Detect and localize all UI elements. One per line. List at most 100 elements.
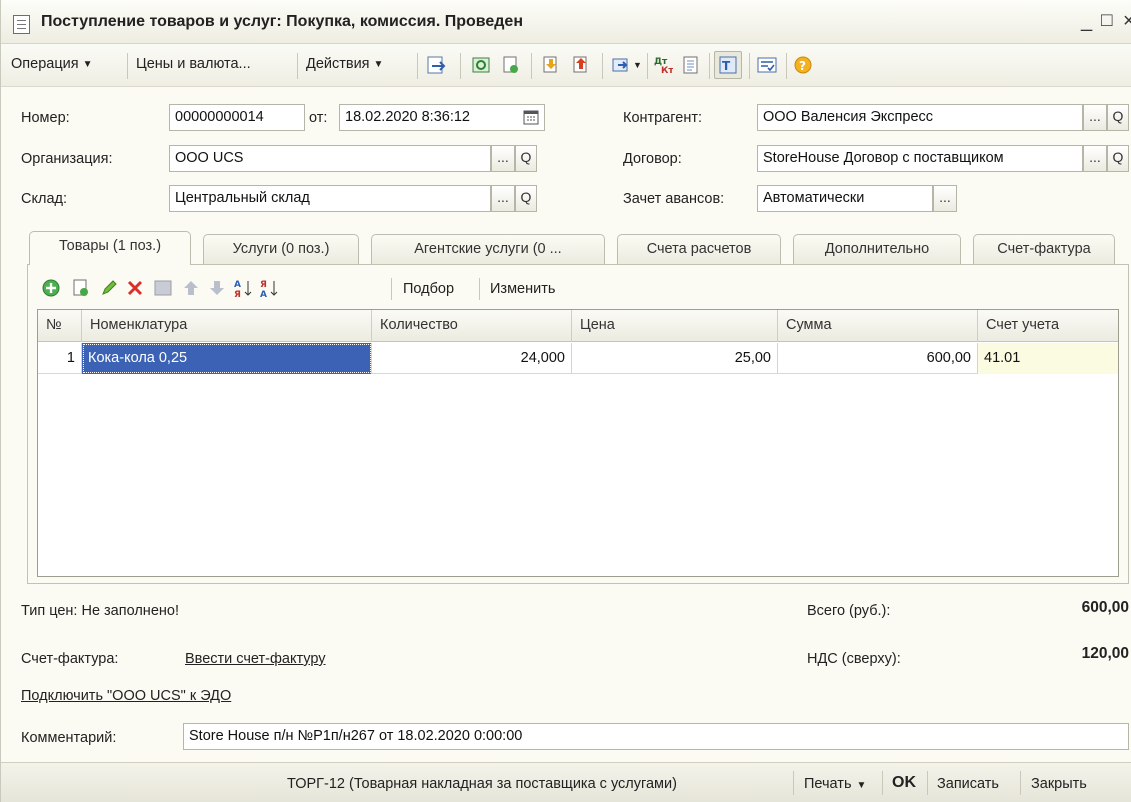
date-label: от: — [309, 110, 328, 126]
command-bar: Операция▼ Цены и валюта... Действия▼ ▼ — [1, 44, 1131, 87]
number-field[interactable]: 00000000014 — [169, 104, 305, 131]
window-title: Поступление товаров и услуг: Покупка, ко… — [41, 13, 523, 30]
copy-row-icon[interactable] — [71, 278, 91, 298]
operation-menu[interactable]: Операция ▼ — [11, 56, 93, 72]
delete-row-icon[interactable] — [125, 278, 145, 298]
svg-text:?: ? — [799, 59, 806, 73]
warehouse-select-button[interactable]: ... — [491, 185, 515, 212]
sort-descending-icon[interactable]: ЯА — [259, 278, 279, 300]
advance-offset-label: Зачет авансов: — [623, 191, 725, 207]
column-header-sum[interactable]: Сумма — [778, 310, 978, 342]
total-value: 600,00 — [1081, 599, 1129, 616]
warehouse-label: Склад: — [21, 191, 67, 207]
row-price[interactable]: 25,00 — [572, 343, 778, 374]
end-edit-icon — [153, 278, 173, 298]
minimize-button[interactable]: _ — [1081, 9, 1092, 33]
title-bar: Поступление товаров и услуг: Покупка, ко… — [1, 0, 1131, 44]
tab-agent-services[interactable]: Агентские услуги (0 ... — [371, 234, 605, 264]
close-form-button[interactable]: Закрыть — [1031, 776, 1131, 792]
column-header-number[interactable]: № — [38, 310, 82, 342]
row-quantity[interactable]: 24,000 — [372, 343, 572, 374]
number-label: Номер: — [21, 110, 70, 126]
invoice-label: Счет-фактура: — [21, 651, 119, 667]
warehouse-field[interactable]: Центральный склад — [169, 185, 491, 212]
prices-currency-button[interactable]: Цены и валюта... — [136, 56, 251, 72]
document-icon — [13, 15, 30, 34]
goto-dropdown-arrow-icon[interactable]: ▼ — [633, 60, 642, 70]
move-up-icon — [181, 278, 201, 298]
journal-icon[interactable] — [681, 55, 701, 75]
row-item[interactable]: Кока-кола 0,25 — [82, 343, 372, 374]
connect-edo-link[interactable]: Подключить "ООО UCS" к ЭДО — [21, 688, 231, 704]
column-header-item[interactable]: Номенклатура — [82, 310, 372, 342]
date-field[interactable]: 18.02.2020 8:36:12 — [339, 104, 545, 131]
advance-offset-field[interactable]: Автоматически — [757, 185, 933, 212]
actions-menu[interactable]: Действия ▼ — [306, 56, 383, 72]
import-icon[interactable] — [541, 55, 561, 75]
calendar-icon[interactable] — [523, 109, 539, 125]
tab-settlement-accounts[interactable]: Счета расчетов — [617, 234, 781, 264]
column-header-quantity[interactable]: Количество — [372, 310, 572, 342]
structure-icon[interactable] — [471, 55, 491, 75]
svg-text:T: T — [722, 59, 731, 73]
help-icon[interactable]: ? — [793, 55, 813, 75]
dt-kt-icon[interactable]: Дт Кт — [653, 55, 674, 76]
price-type-label: Тип цен: Не заполнено! — [21, 603, 179, 619]
save-button[interactable]: Записать — [937, 776, 999, 792]
edit-row-icon[interactable] — [99, 278, 119, 298]
selection-button[interactable]: Подбор — [403, 281, 454, 297]
svg-text:Кт: Кт — [661, 66, 673, 75]
counterparty-label: Контрагент: — [623, 110, 702, 126]
counterparty-field[interactable]: ООО Валенсия Экспресс — [757, 104, 1083, 131]
total-label: Всего (руб.): — [807, 603, 891, 619]
svg-text:А: А — [260, 290, 267, 298]
row-number: 1 — [38, 343, 82, 374]
organization-label: Организация: — [21, 151, 113, 167]
goods-table[interactable]: № Номенклатура Количество Цена Сумма Сче… — [37, 309, 1119, 577]
sort-ascending-icon[interactable]: АЯ — [233, 278, 253, 300]
advance-offset-select-button[interactable]: ... — [933, 185, 957, 212]
move-down-icon — [207, 278, 227, 298]
column-header-account[interactable]: Счет учета — [978, 310, 1118, 342]
organization-open-icon[interactable]: Q — [515, 145, 537, 172]
goto-icon[interactable] — [611, 55, 631, 75]
table-row[interactable]: 1 Кока-кола 0,25 24,000 25,00 600,00 41.… — [38, 343, 1118, 374]
tab-invoice[interactable]: Счет-фактура — [973, 234, 1115, 264]
text-icon[interactable]: T — [714, 51, 742, 79]
torg12-print-button[interactable]: ТОРГ-12 (Товарная накладная за поставщик… — [287, 776, 677, 792]
ok-button[interactable]: OK — [892, 774, 916, 792]
comment-label: Комментарий: — [21, 730, 117, 746]
document-window: Поступление товаров и услуг: Покупка, ко… — [0, 0, 1131, 802]
checklist-icon[interactable] — [756, 55, 777, 75]
vat-value: 120,00 — [1081, 645, 1129, 662]
enter-invoice-link[interactable]: Ввести счет-фактуру — [185, 651, 326, 667]
tab-goods[interactable]: Товары (1 поз.) — [29, 231, 191, 265]
tab-services[interactable]: Услуги (0 поз.) — [203, 234, 359, 264]
row-account[interactable]: 41.01 — [978, 343, 1118, 374]
bottom-bar: ТОРГ-12 (Товарная накладная за поставщик… — [1, 762, 1131, 802]
contract-select-button[interactable]: ... — [1083, 145, 1107, 172]
organization-select-button[interactable]: ... — [491, 145, 515, 172]
comment-field[interactable]: Store House п/н №P1п/н267 от 18.02.2020 … — [183, 723, 1129, 750]
export-icon[interactable] — [571, 55, 591, 75]
column-header-price[interactable]: Цена — [572, 310, 778, 342]
svg-text:Я: Я — [260, 280, 267, 290]
organization-field[interactable]: ООО UCS — [169, 145, 491, 172]
contract-open-icon[interactable]: Q — [1107, 145, 1129, 172]
counterparty-open-icon[interactable]: Q — [1107, 104, 1129, 131]
warehouse-open-icon[interactable]: Q — [515, 185, 537, 212]
svg-text:Я: Я — [234, 290, 241, 298]
print-menu[interactable]: Печать ▼ — [804, 776, 866, 792]
post-icon[interactable] — [426, 55, 446, 75]
row-sum[interactable]: 600,00 — [778, 343, 978, 374]
add-row-icon[interactable] — [41, 278, 61, 298]
maximize-button[interactable]: □ — [1101, 9, 1112, 33]
contract-field[interactable]: StoreHouse Договор с поставщиком — [757, 145, 1083, 172]
copy-icon[interactable] — [501, 55, 521, 75]
close-button[interactable]: × — [1123, 9, 1131, 33]
change-button[interactable]: Изменить — [490, 281, 555, 297]
counterparty-select-button[interactable]: ... — [1083, 104, 1107, 131]
table-header: № Номенклатура Количество Цена Сумма Сче… — [38, 310, 1118, 342]
vat-label: НДС (сверху): — [807, 651, 901, 667]
tab-additional[interactable]: Дополнительно — [793, 234, 961, 264]
